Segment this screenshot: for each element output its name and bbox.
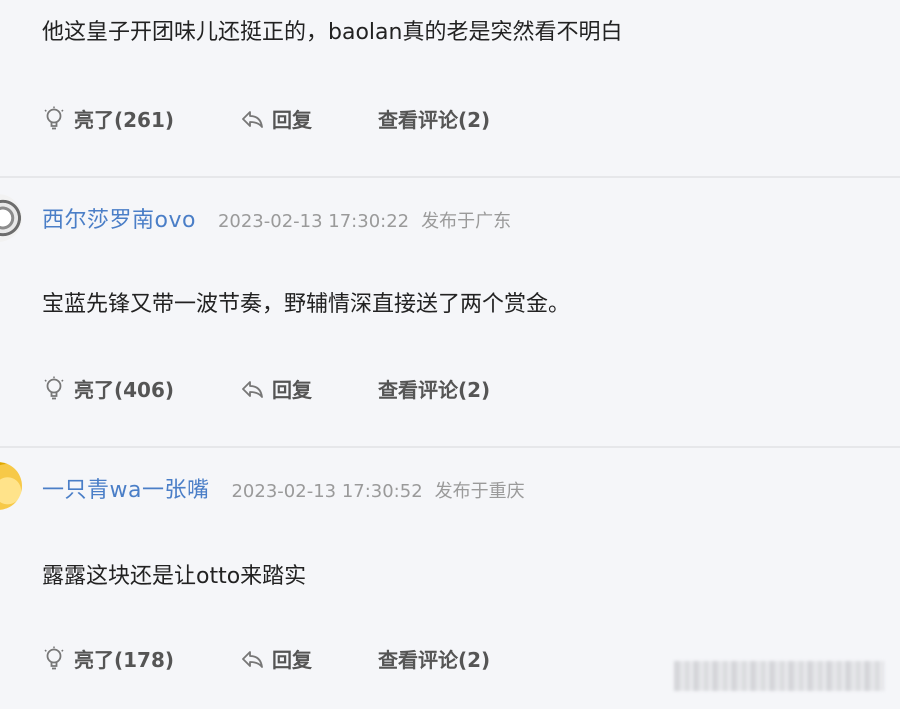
lightbulb-icon	[44, 106, 64, 129]
like-label: 亮了(406)	[74, 378, 175, 402]
view-comments-button[interactable]: 查看评论(2)	[378, 104, 490, 133]
comment-actions: 亮了(261) 回复 查看评论(2)	[42, 104, 642, 134]
reply-label: 回复	[272, 378, 312, 402]
like-label: 亮了(261)	[74, 108, 175, 132]
timestamp: 2023-02-13 17:30:52	[231, 481, 423, 502]
reply-button[interactable]: 回复	[240, 644, 312, 673]
view-comments-button[interactable]: 查看评论(2)	[378, 374, 490, 403]
lightbulb-icon	[44, 646, 64, 669]
view-comments-label: 查看评论(2)	[378, 108, 491, 132]
comment-content: 他这皇子开团味儿还挺正的，baolan真的老是突然看不明白	[42, 20, 623, 45]
like-button[interactable]: 亮了(178)	[42, 644, 174, 673]
reply-arrow-icon	[242, 380, 263, 398]
comment-content: 露露这块还是让otto来踏实	[42, 564, 307, 589]
location: 发布于重庆	[434, 481, 525, 502]
like-button[interactable]: 亮了(406)	[42, 374, 174, 403]
watermark	[674, 661, 884, 691]
comment-content: 宝蓝先锋又带一波节奏，野辅情深直接送了两个赏金。	[42, 292, 571, 317]
comment-item: 他这皇子开团味儿还挺正的，baolan真的老是突然看不明白 亮了(261) 回复…	[0, 0, 900, 176]
view-comments-label: 查看评论(2)	[378, 378, 491, 402]
username[interactable]: 西尔莎罗南ovo	[42, 202, 196, 234]
reply-button[interactable]: 回复	[240, 374, 312, 403]
reply-label: 回复	[272, 648, 312, 672]
lightbulb-icon	[44, 376, 64, 399]
comment-meta: 西尔莎罗南ovo 2023-02-13 17:30:22 发布于广东	[42, 202, 511, 234]
avatar[interactable]	[0, 194, 22, 242]
comment-actions: 亮了(178) 回复 查看评论(2)	[42, 644, 642, 674]
like-button[interactable]: 亮了(261)	[42, 104, 174, 133]
username[interactable]: 一只青wa一张嘴	[42, 472, 209, 504]
like-label: 亮了(178)	[74, 648, 175, 672]
view-comments-label: 查看评论(2)	[378, 648, 491, 672]
location: 发布于广东	[421, 211, 512, 232]
avatar[interactable]	[0, 462, 22, 510]
view-comments-button[interactable]: 查看评论(2)	[378, 644, 490, 673]
reply-button[interactable]: 回复	[240, 104, 312, 133]
comment-item: 西尔莎罗南ovo 2023-02-13 17:30:22 发布于广东 宝蓝先锋又…	[0, 178, 900, 446]
comment-actions: 亮了(406) 回复 查看评论(2)	[42, 374, 642, 404]
reply-label: 回复	[272, 108, 312, 132]
reply-arrow-icon	[242, 650, 263, 668]
reply-arrow-icon	[242, 110, 263, 128]
comment-meta: 一只青wa一张嘴 2023-02-13 17:30:52 发布于重庆	[42, 472, 525, 504]
timestamp: 2023-02-13 17:30:22	[217, 211, 410, 232]
